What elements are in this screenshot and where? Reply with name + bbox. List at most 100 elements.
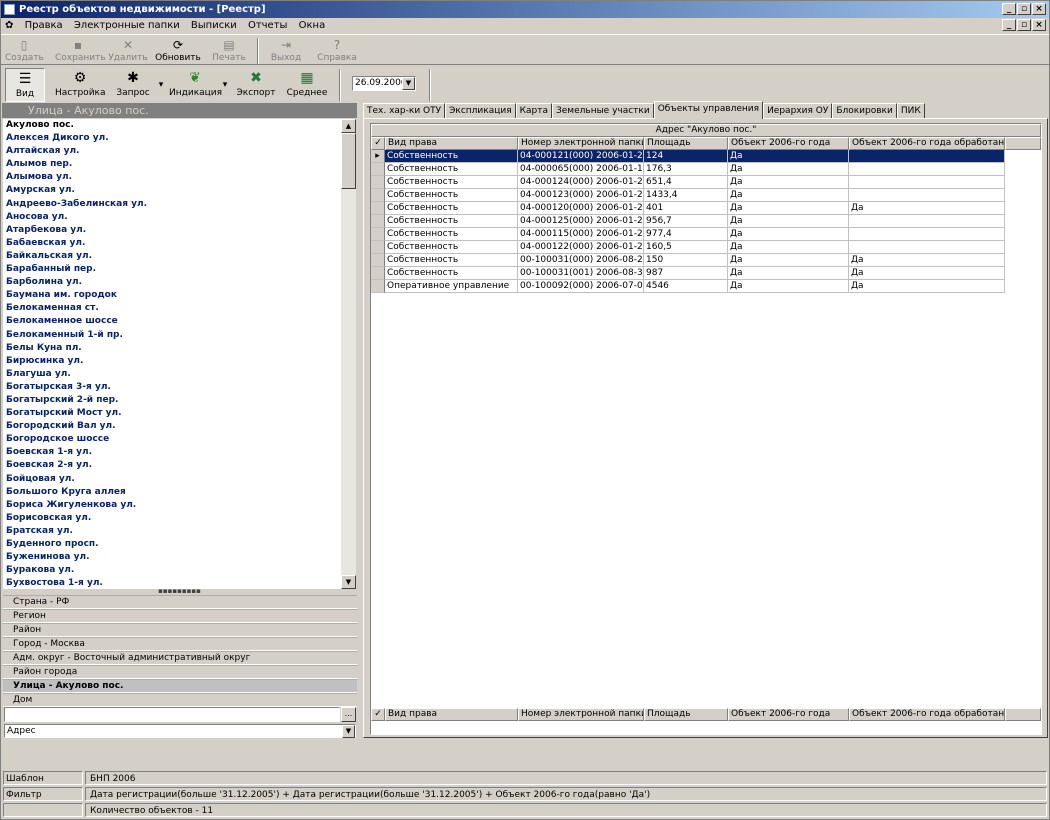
query-dropdown-arrow[interactable]: ▾: [156, 68, 166, 102]
table-row[interactable]: Оперативное управление 00-100092(000) 200…: [371, 280, 1041, 293]
cell-right-type[interactable]: Собственность: [385, 202, 518, 215]
row-check-cell[interactable]: [371, 241, 385, 254]
cell-object-2006[interactable]: Да: [728, 176, 849, 189]
street-list-item[interactable]: Бирюсинка ул.: [3, 355, 341, 368]
street-list-item[interactable]: Боевская 1-я ул.: [3, 446, 341, 459]
help-button[interactable]: ? Справка: [315, 37, 359, 65]
table-row[interactable]: Собственность 00-100031(001) 2006-08-31 98…: [371, 267, 1041, 280]
cell-area[interactable]: 956,7: [644, 215, 728, 228]
cell-area[interactable]: 124: [644, 150, 728, 163]
cell-object-2006[interactable]: Да: [728, 228, 849, 241]
tab-3[interactable]: Земельные участки: [552, 103, 654, 119]
street-list-item[interactable]: Баумана им. городок: [3, 289, 341, 302]
menu-reports[interactable]: Отчеты: [244, 18, 291, 33]
street-list-item[interactable]: Большого Круга аллея: [3, 486, 341, 499]
street-list-item[interactable]: Акулово пос.: [3, 119, 341, 132]
tab-4[interactable]: Объекты управления: [653, 101, 764, 119]
hierarchy-item[interactable]: Дом: [3, 693, 357, 707]
street-list-item[interactable]: Богатырский 2-й пер.: [3, 394, 341, 407]
cell-right-type[interactable]: Оперативное управление: [385, 280, 518, 293]
cell-folder-number[interactable]: 04-000123(000) 2006-01-27: [518, 189, 644, 202]
row-check-cell[interactable]: [371, 267, 385, 280]
date-picker[interactable]: 26.09.2006 ▼: [352, 76, 416, 91]
row-check-cell[interactable]: ▸: [371, 150, 385, 163]
tab-6[interactable]: Блокировки: [832, 103, 897, 119]
cell-object-2006-processed[interactable]: [849, 215, 1005, 228]
column-header-object-2006[interactable]: Объект 2006-го года: [728, 137, 849, 150]
query-button[interactable]: ✱ Запрос: [113, 68, 153, 102]
scroll-down-icon[interactable]: ▼: [341, 575, 356, 589]
cell-object-2006-processed[interactable]: [849, 189, 1005, 202]
street-list-item[interactable]: Белокаменная ст.: [3, 302, 341, 315]
cell-right-type[interactable]: Собственность: [385, 163, 518, 176]
street-list-item[interactable]: Буракова ул.: [3, 564, 341, 577]
cell-folder-number[interactable]: 04-000065(000) 2006-01-19: [518, 163, 644, 176]
table-row[interactable]: Собственность 04-000120(000) 2006-01-27 40…: [371, 202, 1041, 215]
cell-object-2006[interactable]: Да: [728, 280, 849, 293]
cell-object-2006-processed[interactable]: [849, 241, 1005, 254]
street-list-item[interactable]: Буденного просп.: [3, 538, 341, 551]
cell-object-2006[interactable]: Да: [728, 163, 849, 176]
indication-button[interactable]: ❦ Индикация: [169, 68, 222, 102]
hierarchy-item[interactable]: Улица - Акулово пос.: [3, 679, 357, 693]
cell-right-type[interactable]: Собственность: [385, 228, 518, 241]
menu-folders[interactable]: Электронные папки: [70, 18, 184, 33]
street-list-item[interactable]: Богатырский Мост ул.: [3, 407, 341, 420]
street-list-item[interactable]: Алымов пер.: [3, 158, 341, 171]
row-check-cell[interactable]: [371, 176, 385, 189]
street-list-item[interactable]: Аносова ул.: [3, 211, 341, 224]
table-row[interactable]: Собственность 04-000122(000) 2006-01-27 16…: [371, 241, 1041, 254]
print-button[interactable]: ▤ Печать: [209, 37, 249, 65]
indication-dropdown-arrow[interactable]: ▾: [220, 68, 230, 102]
menu-pravka[interactable]: Правка: [21, 18, 67, 33]
cell-area[interactable]: 987: [644, 267, 728, 280]
check-column-header[interactable]: ✓: [371, 137, 385, 150]
cell-object-2006[interactable]: Да: [728, 202, 849, 215]
cell-right-type[interactable]: Собственность: [385, 254, 518, 267]
address-input[interactable]: [4, 707, 340, 722]
street-list-item[interactable]: Богородское шоссе: [3, 433, 341, 446]
cell-object-2006-processed[interactable]: [849, 163, 1005, 176]
cell-right-type[interactable]: Собственность: [385, 267, 518, 280]
cell-right-type[interactable]: Собственность: [385, 189, 518, 202]
cell-object-2006[interactable]: Да: [728, 189, 849, 202]
export-button[interactable]: ✖ Экспорт: [235, 68, 277, 102]
cell-folder-number[interactable]: 00-100031(000) 2006-08-21: [518, 254, 644, 267]
table-row[interactable]: Собственность 04-000115(000) 2006-01-26 97…: [371, 228, 1041, 241]
cell-folder-number[interactable]: 04-000115(000) 2006-01-26: [518, 228, 644, 241]
cell-object-2006[interactable]: Да: [728, 150, 849, 163]
cell-object-2006[interactable]: Да: [728, 267, 849, 280]
scroll-thumb[interactable]: [341, 133, 356, 189]
table-row[interactable]: ▸ Собственность 04-000121(000) 2006-01-27 1…: [371, 150, 1041, 163]
save-button[interactable]: ▪ Сохранить: [55, 37, 106, 65]
street-list-item[interactable]: Боевская 2-я ул.: [3, 459, 341, 472]
view-button[interactable]: ☰ Вид: [5, 68, 45, 102]
hierarchy-item[interactable]: Район: [3, 623, 357, 637]
cell-area[interactable]: 176,3: [644, 163, 728, 176]
street-list-item[interactable]: Белокаменное шоссе: [3, 315, 341, 328]
maximize-button[interactable]: ▫: [1017, 3, 1031, 15]
street-list-item[interactable]: Благуша ул.: [3, 368, 341, 381]
tab-2[interactable]: Карта: [515, 103, 552, 119]
street-list-item[interactable]: Барабанный пер.: [3, 263, 341, 276]
close-button[interactable]: ×: [1032, 3, 1046, 15]
row-check-cell[interactable]: [371, 163, 385, 176]
cell-object-2006[interactable]: Да: [728, 215, 849, 228]
street-list-item[interactable]: Байкальская ул.: [3, 250, 341, 263]
delete-button[interactable]: ✕ Удалить: [107, 37, 149, 65]
hierarchy-item[interactable]: Район города: [3, 665, 357, 679]
cell-folder-number[interactable]: 00-100092(000) 2006-07-09: [518, 280, 644, 293]
street-list-item[interactable]: Бориса Жигуленкова ул.: [3, 499, 341, 512]
cell-right-type[interactable]: Собственность: [385, 215, 518, 228]
scroll-up-icon[interactable]: ▲: [341, 119, 356, 133]
street-list-item[interactable]: Братская ул.: [3, 525, 341, 538]
cell-folder-number[interactable]: 04-000124(000) 2006-01-27: [518, 176, 644, 189]
cell-right-type[interactable]: Собственность: [385, 176, 518, 189]
tab-0[interactable]: Тех. хар-ки ОТУ: [363, 103, 446, 119]
cell-object-2006[interactable]: Да: [728, 254, 849, 267]
create-button[interactable]: ▯ Создать: [5, 37, 44, 65]
mdi-minimize-button[interactable]: _: [1002, 19, 1016, 31]
street-list-item[interactable]: Алымова ул.: [3, 171, 341, 184]
address-type-select[interactable]: Адрес ▼: [4, 724, 356, 738]
column-header-area[interactable]: Площадь: [644, 137, 728, 150]
